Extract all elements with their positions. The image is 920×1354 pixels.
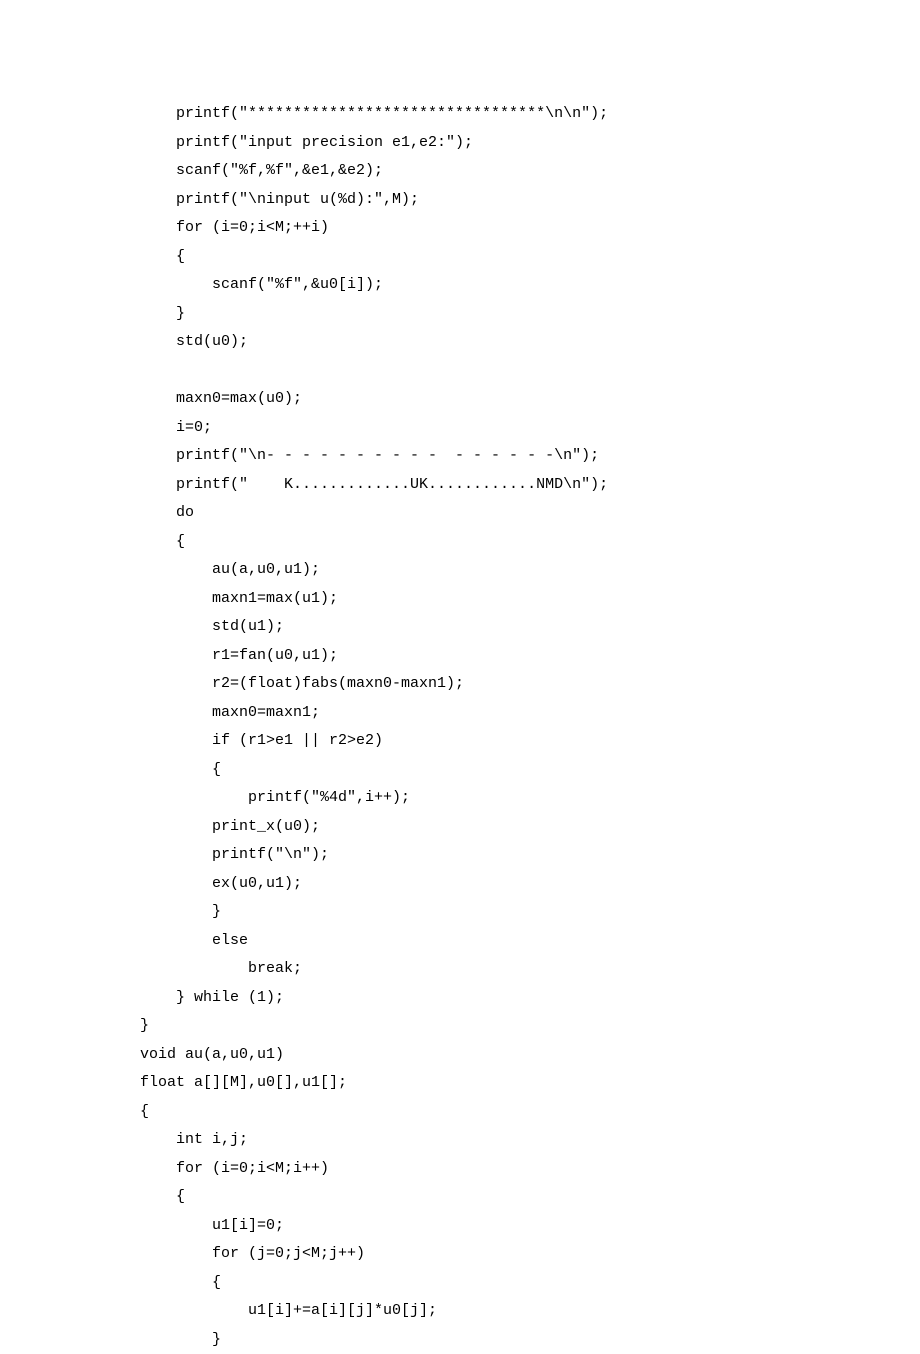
code-document: printf("********************************… — [0, 0, 920, 1354]
code-block: printf("********************************… — [140, 100, 920, 1354]
